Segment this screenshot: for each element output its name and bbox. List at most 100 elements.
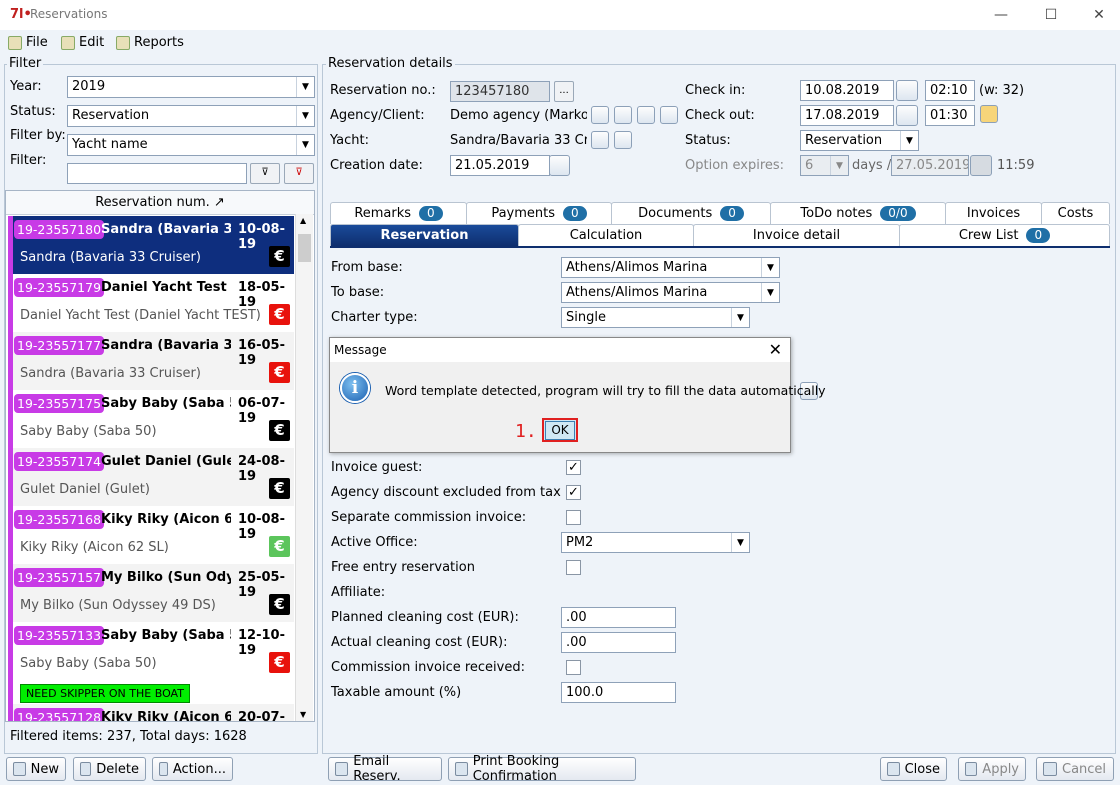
title-bar: 7l• Reservations — ☐ ✕	[0, 0, 1120, 30]
tab-documents[interactable]: Documents 0	[611, 202, 771, 224]
tab-invoice-detail[interactable]: Invoice detail	[693, 224, 900, 246]
free-entry-label: Free entry reservation	[331, 560, 475, 575]
search-icon[interactable]	[614, 131, 632, 149]
cancel-button: Cancel	[1036, 757, 1114, 781]
chevron-down-icon: ▼	[296, 106, 314, 126]
list-item[interactable]: 19-23557180Sandra (Bavaria 33 Cru10-08-1…	[8, 216, 294, 274]
details-group-label: Reservation details	[326, 56, 455, 71]
chevron-down-icon: ▼	[296, 135, 314, 155]
gear-icon[interactable]	[591, 106, 609, 124]
scroll-down-icon[interactable]: ▼	[300, 710, 306, 719]
separate-commission-checkbox[interactable]	[566, 510, 581, 525]
agency-label: Agency/Client:	[330, 108, 425, 123]
chevron-down-icon: ▼	[731, 308, 749, 327]
euro-icon: €	[269, 652, 290, 673]
menu-file[interactable]: File	[8, 35, 48, 50]
tab-crew-list[interactable]: Crew List 0	[899, 224, 1110, 246]
from-base-select[interactable]: Athens/Alimos Marina ▼	[561, 257, 780, 278]
affiliate-label: Affiliate:	[331, 585, 386, 600]
year-select[interactable]: 2019 ▼	[67, 76, 315, 98]
calendar-icon[interactable]	[896, 80, 918, 101]
dialog-title: Message	[330, 338, 790, 362]
free-entry-checkbox[interactable]	[566, 560, 581, 575]
list-item[interactable]: 19-23557175Saby Baby (Saba 50)06-07-19Sa…	[8, 390, 294, 448]
checkout-time-field[interactable]: 01:30	[925, 105, 975, 126]
option-date-field: 27.05.2019	[891, 155, 969, 176]
menu-reports[interactable]: Reports	[116, 35, 184, 50]
delete-button[interactable]: Delete	[73, 757, 146, 781]
invoice-guest-checkbox[interactable]: ✓	[566, 460, 581, 475]
ok-button[interactable]: OK	[542, 418, 578, 442]
tab-reservation[interactable]: Reservation	[330, 224, 519, 246]
agency-discount-checkbox[interactable]: ✓	[566, 485, 581, 500]
tab-remarks[interactable]: Remarks 0	[330, 202, 467, 224]
charter-type-label: Charter type:	[331, 310, 418, 325]
checkin-date-field[interactable]: 10.08.2019	[800, 80, 894, 101]
new-button[interactable]: New	[6, 757, 66, 781]
filterby-select[interactable]: Yacht name ▼	[67, 134, 315, 156]
actual-cleaning-field[interactable]: .00	[561, 632, 676, 653]
scroll-up-icon[interactable]: ▲	[300, 216, 306, 225]
list-item[interactable]: 19-23557177Sandra (Bavaria 33 Cru16-05-1…	[8, 332, 294, 390]
commission-received-checkbox[interactable]	[566, 660, 581, 675]
filter-group-label: Filter	[7, 56, 44, 71]
euro-icon: €	[269, 536, 290, 557]
close-button[interactable]: Close	[880, 757, 947, 781]
status-select[interactable]: Reservation ▼	[67, 105, 315, 127]
list-item[interactable]: 19-23557179Daniel Yacht Test (Da18-05-19…	[8, 274, 294, 332]
chevron-down-icon: ▼	[296, 77, 314, 97]
print-confirmation-button[interactable]: Print Booking Confirmation	[448, 754, 636, 784]
new-icon	[13, 762, 26, 776]
tab-costs[interactable]: Costs	[1041, 202, 1110, 224]
to-base-select[interactable]: Athens/Alimos Marina ▼	[561, 282, 780, 303]
list-item[interactable]: 19-23557133Saby Baby (Saba 50)12-10-19Sa…	[8, 622, 294, 704]
calendar-icon[interactable]	[549, 155, 570, 176]
agency-value: Demo agency (Marko ...	[450, 108, 587, 123]
charter-type-select[interactable]: Single ▼	[561, 307, 750, 328]
chevron-down-icon: ▼	[731, 533, 749, 552]
file-icon	[8, 35, 22, 50]
close-icon[interactable]: ✕	[769, 340, 782, 359]
note-icon[interactable]	[980, 105, 998, 123]
list-item[interactable]: 19-23557128Kiky Riky (Aicon 62 SL)20-07-…	[8, 704, 294, 721]
checkout-date-field[interactable]: 17.08.2019	[800, 105, 894, 126]
filter-input[interactable]	[67, 163, 247, 184]
menu-edit[interactable]: Edit	[61, 35, 104, 50]
minimize-icon[interactable]: —	[986, 4, 1016, 26]
calendar-icon[interactable]	[896, 105, 918, 126]
email-reservation-button[interactable]: Email Reserv.	[328, 754, 442, 784]
taxable-amount-field[interactable]: 100.0	[561, 682, 676, 703]
creation-date-label: Creation date:	[330, 158, 423, 173]
gear-icon[interactable]	[591, 131, 609, 149]
chevron-down-icon: ▼	[761, 283, 779, 302]
status-detail-select[interactable]: Reservation ▼	[800, 130, 919, 151]
tab-invoices[interactable]: Invoices	[945, 202, 1042, 224]
list-header[interactable]: Reservation num. ↗	[6, 191, 314, 215]
list-item[interactable]: 19-23557168Kiky Riky (Aicon 62 SL)10-08-…	[8, 506, 294, 564]
tab-todo-notes[interactable]: ToDo notes 0/0	[770, 202, 946, 224]
tab-payments[interactable]: Payments 0	[466, 202, 612, 224]
action-button[interactable]: Action...	[152, 757, 233, 781]
res-no-browse-button[interactable]: ...	[554, 81, 574, 102]
separate-commission-label: Separate commission invoice:	[331, 510, 527, 525]
document-icon[interactable]	[660, 106, 678, 124]
filter-apply-icon[interactable]: ⊽	[250, 163, 280, 184]
search-icon[interactable]	[614, 106, 632, 124]
planned-cleaning-field[interactable]: .00	[561, 607, 676, 628]
list-item[interactable]: 19-23557157My Bilko (Sun Odysse25-05-19M…	[8, 564, 294, 622]
tab-calculation[interactable]: Calculation	[518, 224, 694, 246]
list-scrollbar[interactable]: ▲ ▼	[295, 214, 313, 721]
checkin-time-field[interactable]: 02:10	[925, 80, 975, 101]
creation-date-field[interactable]: 21.05.2019	[450, 155, 550, 176]
filter-clear-icon[interactable]: ⊽	[284, 163, 314, 184]
list-item[interactable]: 19-23557174Gulet Daniel (Gulet)24-08-19G…	[8, 448, 294, 506]
chevron-down-icon: ▼	[761, 258, 779, 277]
maximize-icon[interactable]: ☐	[1036, 4, 1066, 26]
euro-icon: €	[269, 594, 290, 615]
res-no-field: 123457180	[450, 81, 550, 102]
edit-client-icon[interactable]	[637, 106, 655, 124]
active-office-select[interactable]: PM2 ▼	[561, 532, 750, 553]
scroll-thumb[interactable]	[298, 234, 311, 262]
option-expires-label: Option expires:	[685, 158, 785, 173]
close-window-icon[interactable]: ✕	[1084, 4, 1114, 26]
